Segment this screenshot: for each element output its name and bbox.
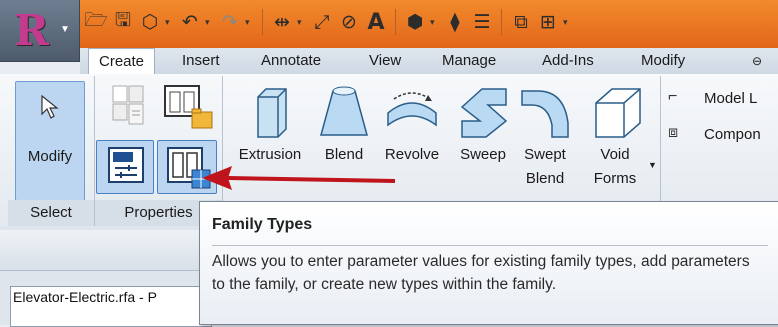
extrusion-icon [257,88,287,138]
tooltip-description: Allows you to enter parameter values for… [212,253,750,293]
component-icon: ⧈ [668,124,679,141]
component-button[interactable]: ⧈ Compon [668,124,778,148]
measure-icon[interactable]: ⇹ [270,10,294,34]
thin-lines-icon[interactable]: ☰ [470,10,494,34]
redo-icon[interactable]: ↷ [218,10,242,34]
close-hidden-windows-icon[interactable]: ⧉ [509,10,533,34]
3d-view-icon[interactable]: ⬢ [403,10,427,34]
sweep-label: Sweep [460,146,506,163]
toolbar-divider [262,9,263,35]
tab-view[interactable]: View [369,48,401,74]
revit-logo: R [14,6,49,55]
tag-icon[interactable]: ⊘ [337,10,361,34]
tooltip-divider [212,245,768,246]
chevron-down-icon[interactable]: ▾ [205,17,215,28]
properties-icon [112,85,144,125]
select-panel-title[interactable]: Select [8,200,94,226]
sync-icon[interactable]: ⬡ [138,10,162,34]
ribbon-tab-bar: Create Insert Annotate View Manage Add-I… [80,48,778,75]
revolve-label: Revolve [384,146,440,163]
save-icon[interactable]: 🖫 [111,9,135,34]
properties-button[interactable] [107,84,155,132]
toolbar-divider [501,9,502,35]
tooltip-title: Family Types [212,216,313,233]
blend-icon [320,86,368,136]
swept-blend-label-2: Blend [525,170,565,187]
revolve-icon [387,92,437,127]
modify-button[interactable]: Modify [15,81,85,201]
tab-modify[interactable]: Modify [641,48,685,74]
family-category-icon [108,147,144,183]
family-category-button[interactable] [96,140,154,194]
extrusion-label: Extrusion [238,146,302,163]
void-forms-label-2: Forms [593,170,637,187]
chevron-down-icon[interactable]: ▾ [165,17,175,28]
model-line-label: Model L [704,90,758,107]
swept-blend-button[interactable]: Swept Blend [514,82,576,192]
undo-icon[interactable]: ↶ [178,10,202,34]
red-arrow-annotation [202,166,396,190]
minimize-ribbon-icon[interactable]: ⊖ [752,48,762,74]
toolbar-divider [395,9,396,35]
project-browser-title: Elevator-Electric.rfa - P [13,289,157,305]
switch-windows-icon[interactable]: ⊞ [536,10,560,34]
tab-create[interactable]: Create [88,48,156,75]
chevron-down-icon[interactable]: ▾ [297,17,307,28]
project-browser[interactable]: Elevator-Electric.rfa - P [10,286,212,327]
chevron-down-icon[interactable]: ▾ [563,17,573,28]
tab-manage[interactable]: Manage [442,48,496,74]
quick-access-toolbar: 🗁 🖫 ⬡ ▾ ↶ ▾ ↷ ▾ ⇹ ▾ ⤢ ⊘ A ⬢ ▾ ⧫ ☰ ⧉ ⊞ ▾ [84,4,573,40]
chevron-down-icon: ▼ [60,24,70,35]
blend-label: Blend [324,146,364,163]
chevron-down-icon[interactable]: ▼ [648,160,657,170]
model-line-button[interactable]: ⌐ Model L [668,88,778,112]
component-label: Compon [704,126,761,143]
swept-blend-icon [521,90,569,138]
void-forms-button[interactable]: Void Forms ▼ [580,82,657,192]
cursor-arrow-icon [41,94,59,119]
section-icon[interactable]: ⧫ [443,10,467,34]
tab-add-ins[interactable]: Add-Ins [542,48,594,74]
sweep-button[interactable]: Sweep [452,82,514,192]
chevron-down-icon[interactable]: ▾ [430,17,440,28]
tab-insert[interactable]: Insert [182,48,220,74]
text-icon[interactable]: A [364,10,388,35]
swept-blend-label-1: Swept [524,146,566,163]
aligned-dimension-icon[interactable]: ⤢ [310,10,334,34]
model-line-icon: ⌐ [668,88,678,105]
chevron-down-icon[interactable]: ▾ [245,17,255,28]
open-icon[interactable]: 🗁 [84,9,108,34]
type-properties-icon [164,85,213,129]
modify-label: Modify [27,148,73,165]
tab-annotate[interactable]: Annotate [261,48,321,74]
sweep-icon [460,88,508,138]
void-forms-label-1: Void [600,146,630,163]
family-types-tooltip: Family Types Allows you to enter paramet… [199,201,778,325]
type-properties-button[interactable] [162,84,214,136]
void-forms-icon [595,88,641,138]
application-menu-button[interactable]: R ▼ [0,0,80,62]
